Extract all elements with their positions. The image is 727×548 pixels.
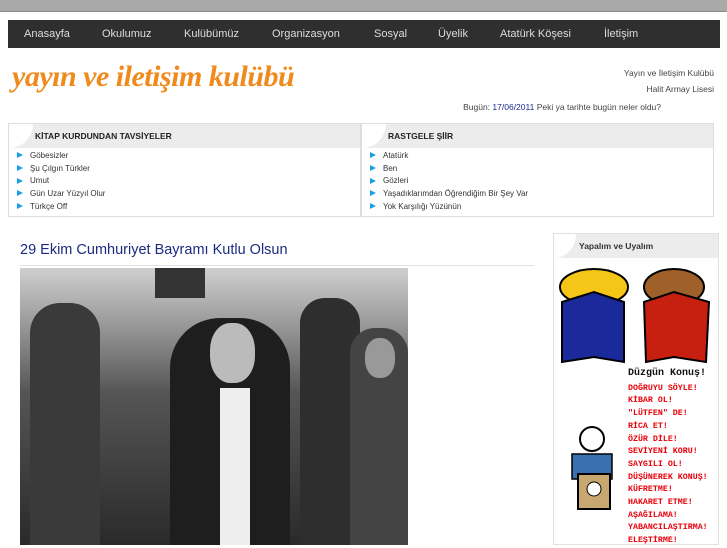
main-nav: Anasayfa Okulumuz Kulübümüz Organizasyon… bbox=[8, 20, 720, 48]
item-label: Ben bbox=[383, 163, 398, 173]
rule: DÜŞÜNEREK KONUŞ! bbox=[628, 472, 708, 482]
rule: SAYGILI OL! bbox=[628, 459, 683, 469]
speaker-illustration bbox=[571, 426, 613, 510]
item-label: Gözleri bbox=[383, 176, 409, 186]
divider bbox=[20, 265, 534, 266]
arrow-icon bbox=[17, 190, 23, 197]
book-recommendations-box: KİTAP KURDUNDAN TAVSİYELER Göbesizler Şu… bbox=[8, 123, 361, 217]
rule: ELEŞTİRME! bbox=[628, 536, 678, 546]
list-item[interactable]: Atatürk bbox=[370, 149, 713, 162]
item-label: Gün Uzar Yüzyıl Olur bbox=[30, 188, 106, 198]
item-label: Yaşadıklarımdan Öğrendiğim Bir Şey Var bbox=[383, 188, 529, 198]
kids-reading-illustration bbox=[559, 268, 711, 364]
arrow-icon bbox=[370, 203, 376, 210]
nav-iletisim[interactable]: İletişim bbox=[604, 28, 638, 40]
site-logo[interactable]: yayın ve iletişim kulübü bbox=[12, 60, 295, 94]
list-item[interactable]: Yok Karşılığı Yüzünün bbox=[370, 200, 713, 213]
list-item[interactable]: Gün Uzar Yüzyıl Olur bbox=[17, 187, 360, 200]
arrow-icon bbox=[370, 165, 376, 172]
item-label: Şu Çılgın Türkler bbox=[30, 163, 90, 173]
today-history-link[interactable]: Peki ya tarihte bugün neler oldu? bbox=[537, 102, 661, 112]
arrow-icon bbox=[370, 190, 376, 197]
rule: DOĞRUYU SÖYLE! bbox=[628, 383, 698, 393]
rule: RİCA ET! bbox=[628, 421, 668, 431]
today-line: Bugün: 17/06/2011 Peki ya tarihte bugün … bbox=[463, 102, 661, 112]
today-label: Bugün: bbox=[463, 102, 491, 112]
post-photo bbox=[20, 268, 408, 545]
rules-heading: Düzgün Konuş! bbox=[628, 368, 707, 379]
arrow-icon bbox=[17, 203, 23, 210]
box-header: KİTAP KURDUNDAN TAVSİYELER bbox=[9, 124, 360, 148]
browser-top-bar bbox=[0, 0, 727, 12]
arrow-icon bbox=[370, 177, 376, 184]
item-label: Yok Karşılığı Yüzünün bbox=[383, 201, 462, 211]
school-name: Halit Armay Lisesi bbox=[646, 84, 714, 94]
widget-header: Yapalım ve Uyalım bbox=[554, 234, 718, 258]
sidebar-widget: Yapalım ve Uyalım Düzgün Konuş! DOĞRUYU … bbox=[553, 233, 719, 545]
list-item[interactable]: Gözleri bbox=[370, 174, 713, 187]
arrow-icon bbox=[17, 177, 23, 184]
today-date: 17/06/2011 bbox=[492, 102, 535, 112]
item-label: Türkçe Off bbox=[30, 201, 68, 211]
rule: KİBAR OL! bbox=[628, 396, 673, 406]
box-title: RASTGELE ŞİİR bbox=[388, 131, 454, 141]
rule: KÜFRETME! bbox=[628, 485, 673, 495]
list-item[interactable]: Ben bbox=[370, 162, 713, 175]
list-item[interactable]: Yaşadıklarımdan Öğrendiğim Bir Şey Var bbox=[370, 187, 713, 200]
rule: "LÜTFEN" DE! bbox=[628, 409, 688, 419]
arrow-icon bbox=[17, 165, 23, 172]
rule: AŞAĞILAMA! bbox=[628, 510, 678, 520]
nav-organizasyon[interactable]: Organizasyon bbox=[272, 28, 340, 40]
list-item[interactable]: Türkçe Off bbox=[17, 200, 360, 213]
club-name: Yayın ve İletişim Kulübü bbox=[623, 68, 714, 78]
random-poem-box: RASTGELE ŞİİR Atatürk Ben Gözleri Yaşadı… bbox=[361, 123, 714, 217]
nav-okulumuz[interactable]: Okulumuz bbox=[102, 28, 152, 40]
rule: SEVİYENİ KORU! bbox=[628, 447, 698, 457]
rule: HAKARET ETME! bbox=[628, 498, 693, 508]
arrow-icon bbox=[17, 152, 23, 159]
list-item[interactable]: Umut bbox=[17, 174, 360, 187]
widget-title: Yapalım ve Uyalım bbox=[579, 241, 654, 251]
rule: ÖZÜR DİLE! bbox=[628, 434, 678, 444]
list-item[interactable]: Göbesizler bbox=[17, 149, 360, 162]
nav-kulubumuz[interactable]: Kulübümüz bbox=[184, 28, 239, 40]
nav-ataturk-kosesi[interactable]: Atatürk Köşesi bbox=[500, 28, 571, 40]
nav-sosyal[interactable]: Sosyal bbox=[374, 28, 407, 40]
nav-anasayfa[interactable]: Anasayfa bbox=[24, 28, 70, 40]
list-item[interactable]: Şu Çılgın Türkler bbox=[17, 162, 360, 175]
nav-uyelik[interactable]: Üyelik bbox=[438, 28, 468, 40]
item-label: Göbesizler bbox=[30, 150, 69, 160]
box-header: RASTGELE ŞİİR bbox=[362, 124, 713, 148]
item-label: Atatürk bbox=[383, 150, 409, 160]
box-title: KİTAP KURDUNDAN TAVSİYELER bbox=[35, 131, 172, 141]
rule: YABANCILAŞTIRMA! bbox=[628, 523, 708, 533]
speech-rules: Düzgün Konuş! DOĞRUYU SÖYLE! KİBAR OL! "… bbox=[628, 368, 708, 548]
post-title[interactable]: 29 Ekim Cumhuriyet Bayramı Kutlu Olsun bbox=[20, 242, 288, 258]
arrow-icon bbox=[370, 152, 376, 159]
item-label: Umut bbox=[30, 176, 50, 186]
